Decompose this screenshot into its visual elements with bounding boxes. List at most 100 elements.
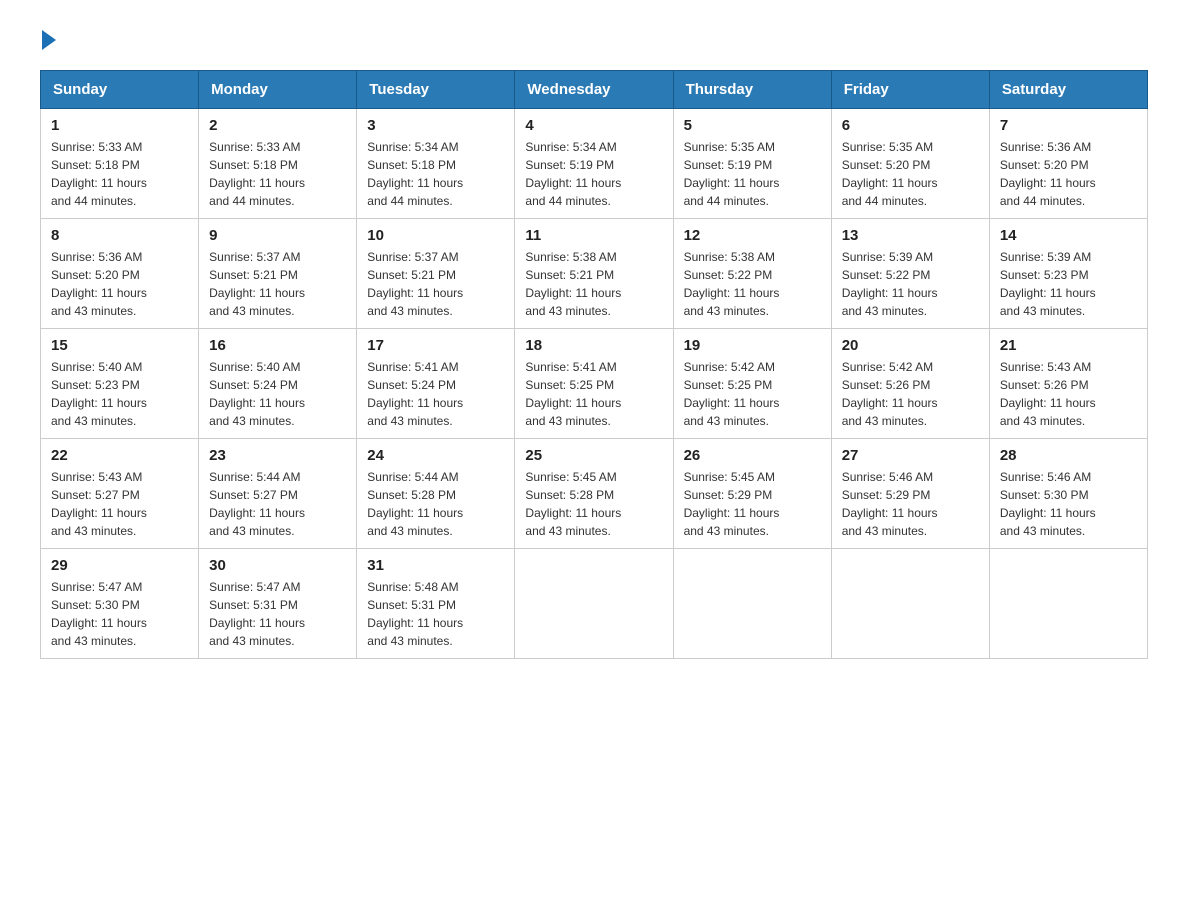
day-number: 6 — [842, 117, 979, 134]
calendar-cell: 23 Sunrise: 5:44 AMSunset: 5:27 PMDaylig… — [199, 439, 357, 549]
day-number: 2 — [209, 117, 346, 134]
day-info: Sunrise: 5:44 AMSunset: 5:28 PMDaylight:… — [367, 468, 504, 540]
day-number: 17 — [367, 337, 504, 354]
day-number: 23 — [209, 447, 346, 464]
calendar-cell: 13 Sunrise: 5:39 AMSunset: 5:22 PMDaylig… — [831, 219, 989, 329]
calendar-table: SundayMondayTuesdayWednesdayThursdayFrid… — [40, 70, 1148, 659]
day-info: Sunrise: 5:40 AMSunset: 5:23 PMDaylight:… — [51, 358, 188, 430]
calendar-cell — [515, 549, 673, 659]
day-number: 30 — [209, 557, 346, 574]
calendar-cell: 17 Sunrise: 5:41 AMSunset: 5:24 PMDaylig… — [357, 329, 515, 439]
day-info: Sunrise: 5:44 AMSunset: 5:27 PMDaylight:… — [209, 468, 346, 540]
day-number: 5 — [684, 117, 821, 134]
day-number: 9 — [209, 227, 346, 244]
weekday-header-monday: Monday — [199, 71, 357, 109]
calendar-cell: 3 Sunrise: 5:34 AMSunset: 5:18 PMDayligh… — [357, 109, 515, 219]
day-info: Sunrise: 5:36 AMSunset: 5:20 PMDaylight:… — [51, 248, 188, 320]
calendar-cell: 31 Sunrise: 5:48 AMSunset: 5:31 PMDaylig… — [357, 549, 515, 659]
day-number: 28 — [1000, 447, 1137, 464]
calendar-week-row: 29 Sunrise: 5:47 AMSunset: 5:30 PMDaylig… — [41, 549, 1148, 659]
calendar-cell: 14 Sunrise: 5:39 AMSunset: 5:23 PMDaylig… — [989, 219, 1147, 329]
calendar-cell: 28 Sunrise: 5:46 AMSunset: 5:30 PMDaylig… — [989, 439, 1147, 549]
day-info: Sunrise: 5:38 AMSunset: 5:22 PMDaylight:… — [684, 248, 821, 320]
day-info: Sunrise: 5:47 AMSunset: 5:30 PMDaylight:… — [51, 578, 188, 650]
day-info: Sunrise: 5:38 AMSunset: 5:21 PMDaylight:… — [525, 248, 662, 320]
day-info: Sunrise: 5:42 AMSunset: 5:26 PMDaylight:… — [842, 358, 979, 430]
calendar-cell: 4 Sunrise: 5:34 AMSunset: 5:19 PMDayligh… — [515, 109, 673, 219]
calendar-cell: 22 Sunrise: 5:43 AMSunset: 5:27 PMDaylig… — [41, 439, 199, 549]
day-number: 1 — [51, 117, 188, 134]
calendar-cell: 11 Sunrise: 5:38 AMSunset: 5:21 PMDaylig… — [515, 219, 673, 329]
day-info: Sunrise: 5:43 AMSunset: 5:26 PMDaylight:… — [1000, 358, 1137, 430]
weekday-header-friday: Friday — [831, 71, 989, 109]
day-number: 27 — [842, 447, 979, 464]
day-number: 11 — [525, 227, 662, 244]
calendar-week-row: 15 Sunrise: 5:40 AMSunset: 5:23 PMDaylig… — [41, 329, 1148, 439]
day-number: 13 — [842, 227, 979, 244]
day-number: 4 — [525, 117, 662, 134]
calendar-cell: 25 Sunrise: 5:45 AMSunset: 5:28 PMDaylig… — [515, 439, 673, 549]
day-info: Sunrise: 5:41 AMSunset: 5:24 PMDaylight:… — [367, 358, 504, 430]
day-info: Sunrise: 5:47 AMSunset: 5:31 PMDaylight:… — [209, 578, 346, 650]
day-number: 3 — [367, 117, 504, 134]
calendar-cell: 7 Sunrise: 5:36 AMSunset: 5:20 PMDayligh… — [989, 109, 1147, 219]
day-number: 14 — [1000, 227, 1137, 244]
day-number: 10 — [367, 227, 504, 244]
day-number: 19 — [684, 337, 821, 354]
calendar-cell: 15 Sunrise: 5:40 AMSunset: 5:23 PMDaylig… — [41, 329, 199, 439]
day-info: Sunrise: 5:48 AMSunset: 5:31 PMDaylight:… — [367, 578, 504, 650]
weekday-header-sunday: Sunday — [41, 71, 199, 109]
day-number: 18 — [525, 337, 662, 354]
calendar-week-row: 8 Sunrise: 5:36 AMSunset: 5:20 PMDayligh… — [41, 219, 1148, 329]
day-info: Sunrise: 5:40 AMSunset: 5:24 PMDaylight:… — [209, 358, 346, 430]
day-info: Sunrise: 5:46 AMSunset: 5:29 PMDaylight:… — [842, 468, 979, 540]
day-number: 7 — [1000, 117, 1137, 134]
day-number: 20 — [842, 337, 979, 354]
day-number: 26 — [684, 447, 821, 464]
calendar-cell: 9 Sunrise: 5:37 AMSunset: 5:21 PMDayligh… — [199, 219, 357, 329]
calendar-cell: 12 Sunrise: 5:38 AMSunset: 5:22 PMDaylig… — [673, 219, 831, 329]
day-number: 15 — [51, 337, 188, 354]
day-number: 29 — [51, 557, 188, 574]
day-info: Sunrise: 5:34 AMSunset: 5:19 PMDaylight:… — [525, 138, 662, 210]
weekday-header-row: SundayMondayTuesdayWednesdayThursdayFrid… — [41, 71, 1148, 109]
calendar-cell — [989, 549, 1147, 659]
calendar-cell: 10 Sunrise: 5:37 AMSunset: 5:21 PMDaylig… — [357, 219, 515, 329]
weekday-header-thursday: Thursday — [673, 71, 831, 109]
day-info: Sunrise: 5:37 AMSunset: 5:21 PMDaylight:… — [209, 248, 346, 320]
day-number: 8 — [51, 227, 188, 244]
calendar-cell: 5 Sunrise: 5:35 AMSunset: 5:19 PMDayligh… — [673, 109, 831, 219]
calendar-cell: 27 Sunrise: 5:46 AMSunset: 5:29 PMDaylig… — [831, 439, 989, 549]
calendar-cell: 8 Sunrise: 5:36 AMSunset: 5:20 PMDayligh… — [41, 219, 199, 329]
calendar-cell: 30 Sunrise: 5:47 AMSunset: 5:31 PMDaylig… — [199, 549, 357, 659]
calendar-cell: 18 Sunrise: 5:41 AMSunset: 5:25 PMDaylig… — [515, 329, 673, 439]
weekday-header-saturday: Saturday — [989, 71, 1147, 109]
day-info: Sunrise: 5:42 AMSunset: 5:25 PMDaylight:… — [684, 358, 821, 430]
calendar-cell: 26 Sunrise: 5:45 AMSunset: 5:29 PMDaylig… — [673, 439, 831, 549]
weekday-header-wednesday: Wednesday — [515, 71, 673, 109]
day-info: Sunrise: 5:35 AMSunset: 5:20 PMDaylight:… — [842, 138, 979, 210]
calendar-cell: 24 Sunrise: 5:44 AMSunset: 5:28 PMDaylig… — [357, 439, 515, 549]
calendar-cell: 16 Sunrise: 5:40 AMSunset: 5:24 PMDaylig… — [199, 329, 357, 439]
calendar-cell: 6 Sunrise: 5:35 AMSunset: 5:20 PMDayligh… — [831, 109, 989, 219]
logo — [40, 30, 58, 50]
day-info: Sunrise: 5:39 AMSunset: 5:22 PMDaylight:… — [842, 248, 979, 320]
calendar-cell: 20 Sunrise: 5:42 AMSunset: 5:26 PMDaylig… — [831, 329, 989, 439]
day-number: 22 — [51, 447, 188, 464]
day-info: Sunrise: 5:43 AMSunset: 5:27 PMDaylight:… — [51, 468, 188, 540]
weekday-header-tuesday: Tuesday — [357, 71, 515, 109]
day-number: 21 — [1000, 337, 1137, 354]
day-number: 12 — [684, 227, 821, 244]
day-info: Sunrise: 5:46 AMSunset: 5:30 PMDaylight:… — [1000, 468, 1137, 540]
day-info: Sunrise: 5:45 AMSunset: 5:29 PMDaylight:… — [684, 468, 821, 540]
day-number: 31 — [367, 557, 504, 574]
day-number: 24 — [367, 447, 504, 464]
logo-arrow-icon — [42, 30, 56, 50]
calendar-cell: 21 Sunrise: 5:43 AMSunset: 5:26 PMDaylig… — [989, 329, 1147, 439]
calendar-cell: 2 Sunrise: 5:33 AMSunset: 5:18 PMDayligh… — [199, 109, 357, 219]
day-info: Sunrise: 5:37 AMSunset: 5:21 PMDaylight:… — [367, 248, 504, 320]
day-info: Sunrise: 5:45 AMSunset: 5:28 PMDaylight:… — [525, 468, 662, 540]
day-number: 25 — [525, 447, 662, 464]
day-info: Sunrise: 5:34 AMSunset: 5:18 PMDaylight:… — [367, 138, 504, 210]
day-number: 16 — [209, 337, 346, 354]
